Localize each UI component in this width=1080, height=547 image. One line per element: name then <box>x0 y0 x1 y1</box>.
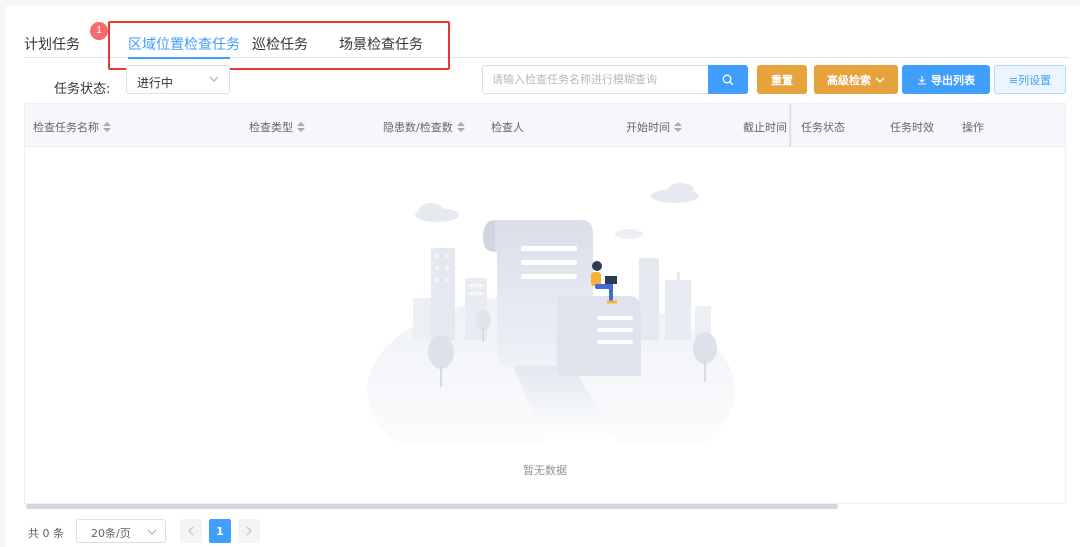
column-settings-label: ≡列设置 <box>1008 73 1052 87</box>
column-header-inspector: 检查人 <box>491 119 524 135</box>
sort-icon[interactable] <box>297 122 305 132</box>
column-header-label: 操作 <box>962 121 984 134</box>
column-header-label: 截止时间 <box>743 121 787 134</box>
column-header-label: 任务状态 <box>801 121 845 134</box>
sort-icon[interactable] <box>456 122 465 132</box>
task-status-label: 任务状态: <box>54 82 111 97</box>
search-input[interactable] <box>484 67 708 92</box>
column-header-label: 检查任务名称 <box>33 121 99 134</box>
column-header-label: 隐患数/检查数 <box>383 121 453 134</box>
search-button[interactable] <box>708 65 748 94</box>
empty-state-illustration <box>367 183 735 442</box>
column-header-task-name[interactable]: 检查任务名称 <box>33 119 111 135</box>
tab-area-location-inspection[interactable]: 区域位置检查任务 <box>128 34 240 54</box>
reset-button[interactable]: 重置 <box>757 65 807 94</box>
next-page-button[interactable] <box>238 519 260 543</box>
main-card: 计划任务 1 区域位置检查任务 巡检任务 场景检查任务 任务状态: 进行中 重置… <box>6 6 1080 547</box>
page-size-value: 20条/页 <box>91 527 131 540</box>
column-header-hazards-checks[interactable]: 隐患数/检查数 <box>383 119 465 135</box>
search-box <box>482 65 748 94</box>
task-status-value: 进行中 <box>137 76 174 90</box>
pagination: 共 0 条 20条/页 1 <box>28 519 328 543</box>
reset-button-label: 重置 <box>771 73 793 87</box>
column-header-actions: 操作 <box>962 119 984 135</box>
tab-bar: 计划任务 1 区域位置检查任务 巡检任务 场景检查任务 <box>24 18 1070 70</box>
column-header-task-status: 任务状态 <box>801 119 845 135</box>
sort-icon[interactable] <box>674 122 682 132</box>
chevron-right-icon <box>246 526 252 536</box>
task-table: 检查任务名称 检查类型 隐患数/检查数 检查人 开始时间 截止时间 任务状态 任… <box>24 103 1066 509</box>
total-count: 共 0 条 <box>28 527 64 540</box>
table-header: 检查任务名称 检查类型 隐患数/检查数 检查人 开始时间 截止时间 任务状态 任… <box>25 104 1065 147</box>
column-header-label: 开始时间 <box>626 121 670 134</box>
task-status-select[interactable]: 进行中 <box>126 65 230 94</box>
column-header-label: 任务时效 <box>890 121 934 134</box>
chevron-down-icon <box>147 529 157 535</box>
column-header-deadline: 截止时间 <box>743 119 787 135</box>
chevron-down-icon <box>209 76 219 82</box>
column-settings-button[interactable]: ≡列设置 <box>994 65 1066 94</box>
page-number-button[interactable]: 1 <box>209 519 231 543</box>
page-size-select[interactable]: 20条/页 <box>76 519 166 543</box>
advanced-search-button[interactable]: 高级检索 <box>814 65 898 94</box>
column-header-check-type[interactable]: 检查类型 <box>249 119 305 135</box>
prev-page-button[interactable] <box>180 519 202 543</box>
chevron-left-icon <box>188 526 194 536</box>
tab-scheduled-tasks[interactable]: 计划任务 <box>24 34 80 54</box>
column-header-task-validity: 任务时效 <box>890 119 934 135</box>
column-header-label: 检查人 <box>491 121 524 134</box>
export-list-button[interactable]: 导出列表 <box>902 65 990 94</box>
fixed-column-shadow <box>789 104 792 147</box>
sort-icon[interactable] <box>103 122 111 132</box>
empty-state-text: 暂无数据 <box>523 464 567 477</box>
active-tab-underline <box>128 57 230 59</box>
horizontal-scrollbar[interactable] <box>26 504 838 509</box>
column-header-label: 检查类型 <box>249 121 293 134</box>
export-list-label: 导出列表 <box>931 73 975 87</box>
download-icon <box>918 75 926 85</box>
tab-badge: 1 <box>90 22 108 40</box>
column-header-start-time[interactable]: 开始时间 <box>626 119 682 135</box>
tab-scene-inspection[interactable]: 场景检查任务 <box>339 34 423 54</box>
tab-patrol-inspection[interactable]: 巡检任务 <box>252 34 308 54</box>
chevron-down-icon <box>875 77 885 83</box>
advanced-search-label: 高级检索 <box>827 73 871 87</box>
search-icon <box>722 74 734 85</box>
